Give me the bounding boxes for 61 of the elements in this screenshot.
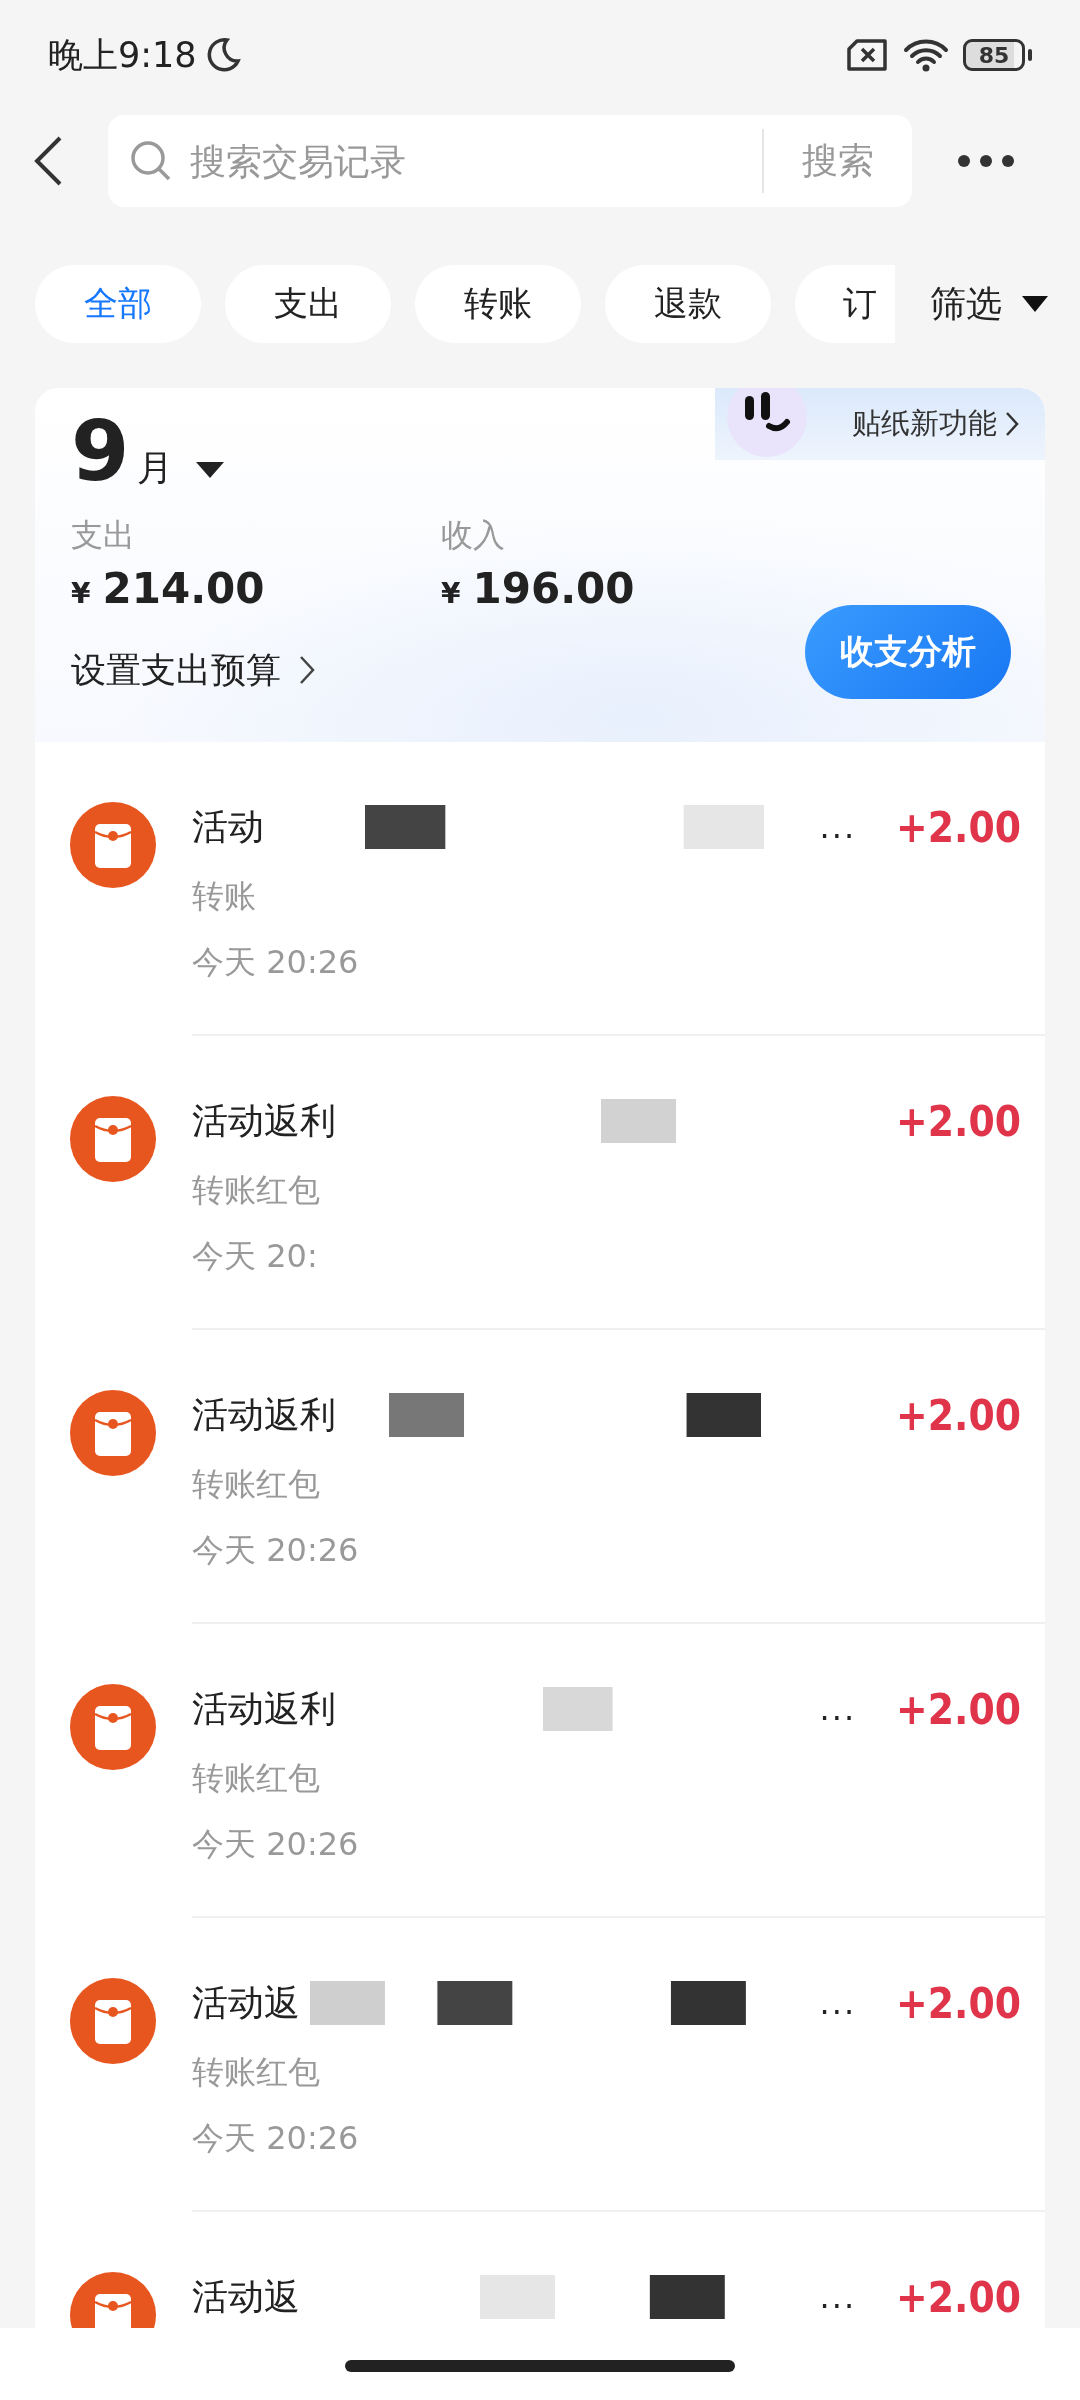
no-sim-icon: [847, 39, 887, 71]
income-amount: 196.00: [472, 564, 635, 613]
income-label: 收入: [441, 515, 506, 556]
envelope-icon: [70, 1684, 156, 1770]
transaction-amount: +2.00: [896, 1390, 1021, 1440]
wifi-icon: [903, 37, 949, 73]
transaction-type: 转账红包: [192, 2052, 321, 2093]
transaction-time: 今天 20:26: [192, 942, 360, 983]
transaction-time: 今天 20:26: [192, 1530, 360, 1571]
transaction-amount: +2.00: [896, 802, 1021, 852]
search-input[interactable]: 搜索交易记录: [188, 139, 762, 183]
search-icon: [130, 140, 172, 182]
status-time: 晚上9:18: [48, 33, 197, 77]
transaction-amount: +2.00: [896, 1978, 1021, 2028]
transaction-type: 转账红包: [192, 1758, 321, 1799]
transaction-amount: +2.00: [896, 1096, 1021, 1146]
transaction-type: 转账红包: [192, 1170, 321, 1211]
envelope-icon: [70, 1978, 156, 2064]
envelope-icon: [70, 1096, 156, 1182]
analysis-button[interactable]: 收支分析: [805, 605, 1011, 699]
envelope-icon: [70, 1390, 156, 1476]
month-number: 9: [71, 406, 130, 496]
back-button[interactable]: [32, 135, 64, 187]
title-ellipsis: ...: [819, 808, 857, 846]
transaction-title: 活动返利: [192, 1098, 336, 1143]
title-ellipsis: ...: [819, 1984, 857, 2022]
home-indicator[interactable]: [345, 2359, 735, 2372]
chevron-right-icon: [299, 655, 315, 685]
redaction-mosaic-drawing: [543, 1687, 613, 1731]
budget-link[interactable]: 设置支出预算: [71, 646, 315, 694]
transaction-title: 活动返利: [192, 1686, 336, 1731]
battery-icon: 85: [963, 39, 1025, 71]
title-ellipsis: ...: [819, 2278, 857, 2316]
transaction-title: 活动返利: [192, 1392, 336, 1437]
transaction-type: 转账红包: [192, 1464, 321, 1505]
envelope-icon: [70, 802, 156, 888]
filter-tab[interactable]: 转账: [415, 265, 581, 343]
currency-sign: ¥: [71, 577, 91, 610]
filter-tab[interactable]: 全部: [35, 265, 201, 343]
transaction-time: 今天 20:26: [192, 1824, 360, 1865]
transaction-amount: +2.00: [896, 2272, 1021, 2322]
transaction-title: 活动返: [192, 1980, 300, 2025]
transaction-type: 转账: [192, 876, 257, 917]
caret-icon[interactable]: [195, 460, 226, 480]
transaction-time: 今天 20:: [192, 1236, 319, 1277]
expense-label: 支出: [71, 515, 136, 556]
transaction-title: 活动: [192, 804, 264, 849]
transaction-time: 今天 20:26: [192, 2118, 360, 2159]
currency-sign: ¥: [441, 577, 461, 610]
transaction-amount: +2.00: [896, 1684, 1021, 1734]
filter-tab[interactable]: 退款: [605, 265, 771, 343]
filter-tab[interactable]: 订: [795, 265, 895, 343]
expense-amount: 214.00: [102, 564, 265, 613]
transaction-title: 活动返: [192, 2274, 300, 2319]
sticker-feature-link[interactable]: 贴纸新功能: [846, 388, 1025, 460]
more-button[interactable]: [956, 153, 1016, 169]
chevron-right-icon: [1005, 411, 1019, 437]
caret-icon: [1020, 294, 1050, 314]
month-unit: 月: [137, 446, 174, 490]
filter-tab[interactable]: 支出: [225, 265, 391, 343]
title-ellipsis: ...: [819, 1690, 857, 1728]
